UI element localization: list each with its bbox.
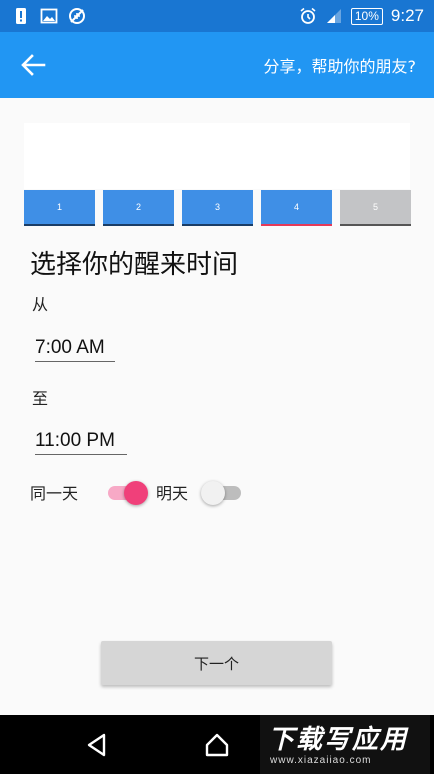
step-5[interactable]: 5: [340, 190, 411, 226]
step-2[interactable]: 2: [103, 190, 174, 226]
switch-thumb: [124, 481, 148, 505]
next-button[interactable]: 下一个: [101, 641, 332, 685]
status-bar: 10% 9:27: [0, 0, 434, 32]
status-time: 9:27: [390, 6, 424, 25]
arrow-left-icon[interactable]: [18, 50, 48, 80]
same-day-label: 同一天: [30, 484, 79, 503]
back-triangle-icon[interactable]: [84, 732, 110, 758]
data-saver-icon: [69, 8, 85, 24]
signal-icon: [326, 9, 341, 23]
to-time-field[interactable]: 11:00 PM: [35, 430, 127, 455]
watermark-sub: www.xiazaiiao.com: [270, 755, 372, 766]
from-label: 从: [32, 295, 49, 314]
step-1[interactable]: 1: [24, 190, 95, 226]
home-icon[interactable]: [204, 732, 230, 758]
step-3[interactable]: 3: [182, 190, 253, 226]
next-day-switch[interactable]: [201, 481, 243, 505]
share-link[interactable]: 分享，帮助你的朋友?: [264, 53, 417, 77]
alarm-icon: [300, 7, 316, 24]
next-day-label: 明天: [156, 484, 189, 503]
step-4[interactable]: 4: [261, 190, 332, 226]
from-time-field[interactable]: 7:00 AM: [35, 337, 115, 362]
same-day-switch[interactable]: [106, 481, 148, 505]
page-title: 选择你的醒来时间: [30, 250, 239, 280]
switch-thumb: [201, 481, 225, 505]
to-label: 至: [32, 389, 49, 408]
watermark-main: 下载写应用: [268, 725, 409, 755]
watermark-logo: 下载写应用 www.xiazaiiao.com: [260, 715, 430, 774]
banner-area: [24, 123, 410, 189]
step-indicator: 1 2 3 4 5: [24, 190, 411, 226]
image-icon: [40, 8, 58, 24]
app-bar: 分享，帮助你的朋友?: [0, 32, 434, 98]
battery-icon: 10%: [350, 7, 383, 25]
alert-icon: [16, 8, 26, 24]
